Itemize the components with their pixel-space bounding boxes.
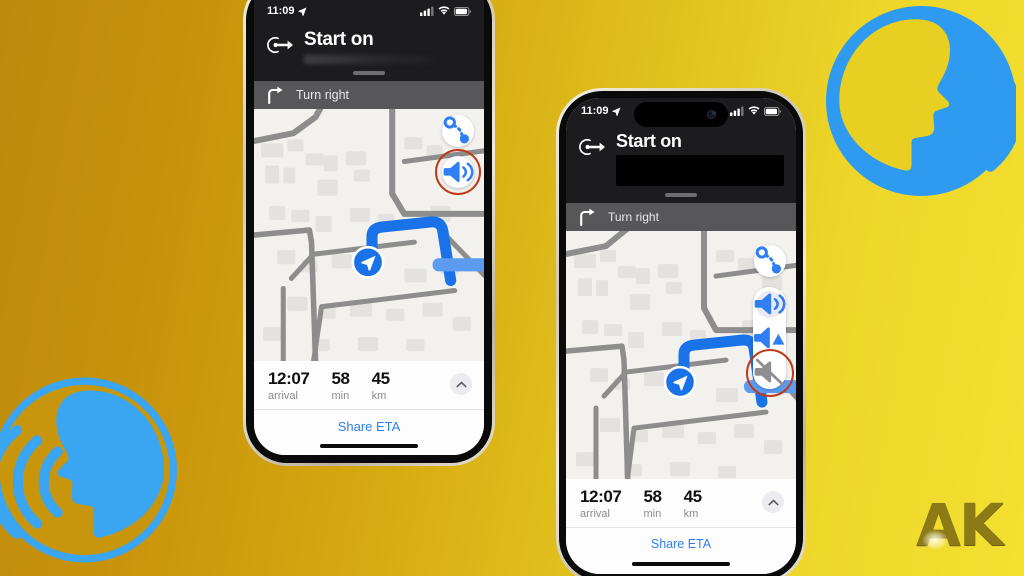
eta-duration-value: 58 [643, 487, 662, 507]
chevron-up-icon [455, 381, 467, 388]
status-bar-left: 11:09 [581, 105, 621, 117]
speaking-head-badge-bottom-left [0, 370, 177, 570]
speaker-on-icon [754, 293, 786, 315]
status-time: 11:09 [581, 105, 609, 117]
route-overview-icon [443, 116, 470, 144]
eta-arrival-value: 12:07 [268, 369, 310, 389]
share-eta-button[interactable]: Share ETA [566, 528, 796, 557]
battery-icon [764, 106, 781, 116]
chevron-up-icon [767, 499, 779, 506]
eta-arrival-label: arrival [580, 508, 610, 520]
banner-street-name-blurred [304, 55, 436, 64]
banner-row: Start on [566, 124, 796, 186]
audio-options-menu[interactable] [753, 287, 786, 389]
map-view[interactable] [254, 109, 484, 362]
status-bar: 11:09 [254, 0, 484, 22]
battery-icon [454, 6, 471, 16]
start-on-route-icon [579, 138, 605, 156]
speaking-head-icon-right [826, 6, 1016, 196]
maneuver-icon-wrap [265, 29, 295, 61]
phone-left: 11:09 Start on Turn right 12:07 arrival … [243, 0, 495, 466]
banner-title: Start on [304, 29, 374, 50]
eta-arrival-label: arrival [268, 390, 298, 402]
next-step-label: Turn right [608, 210, 659, 224]
eta-row: 12:07 arrival 58 min 45 km [566, 479, 796, 527]
expand-eta-button[interactable] [450, 373, 472, 396]
share-eta-button[interactable]: Share ETA [254, 410, 484, 440]
eta-distance-value: 45 [371, 369, 391, 389]
expand-eta-button[interactable] [762, 491, 784, 514]
home-indicator[interactable] [632, 562, 730, 566]
audio-option-muted[interactable] [753, 355, 786, 389]
route-overview-button[interactable] [442, 115, 474, 147]
eta-distance: 45 km [683, 487, 703, 520]
banner-row: Start on [254, 22, 484, 64]
status-bar-right [730, 106, 781, 116]
banner-street-name-redacted [616, 155, 784, 186]
audio-option-alerts-only[interactable] [753, 321, 786, 355]
wifi-icon [438, 6, 450, 15]
audio-option-full-volume[interactable] [753, 287, 786, 321]
next-step-label: Turn right [296, 88, 350, 102]
ak-watermark-text: AK [916, 491, 1004, 559]
cellular-signal-icon [730, 106, 744, 116]
home-indicator[interactable] [320, 444, 418, 448]
location-arrow-icon [297, 7, 306, 16]
eta-distance-label: km [683, 508, 699, 520]
navigation-banner: Start on [254, 22, 484, 81]
speaker-muted-icon [754, 358, 784, 386]
eta-panel: 12:07 arrival 58 min 45 km Share ETA [566, 479, 796, 574]
eta-duration-label: min [331, 390, 350, 402]
banner-grabber[interactable] [665, 193, 697, 197]
wifi-icon [748, 106, 760, 115]
speaker-alerts-icon [753, 327, 785, 349]
turn-right-icon [268, 86, 283, 104]
map-view[interactable] [566, 231, 796, 480]
eta-distance-label: km [371, 390, 387, 402]
navigation-banner: Start on [566, 124, 796, 203]
eta-duration: 58 min [643, 487, 662, 520]
eta-duration-label: min [643, 508, 662, 520]
banner-text: Start on [616, 131, 784, 186]
eta-arrival: 12:07 arrival [580, 487, 622, 520]
start-on-route-icon [267, 36, 293, 54]
cellular-signal-icon [420, 6, 434, 16]
eta-arrival: 12:07 arrival [268, 369, 310, 402]
audio-button-highlight-ring [435, 149, 481, 195]
eta-row: 12:07 arrival 58 min 45 km [254, 361, 484, 409]
turn-right-icon [580, 208, 595, 226]
status-bar-left: 11:09 [267, 5, 307, 17]
next-step-strip[interactable]: Turn right [254, 81, 484, 109]
ak-watermark: AK [916, 496, 1004, 554]
eta-duration: 58 min [331, 369, 350, 402]
eta-duration-value: 58 [331, 369, 350, 389]
maneuver-icon-wrap [577, 131, 607, 163]
status-time: 11:09 [267, 5, 295, 17]
route-overview-icon [755, 246, 782, 274]
phone-right-screen: 11:09 Start on Turn right 12:07 arrival … [566, 98, 796, 574]
speaking-head-badge-top-right [826, 6, 1016, 196]
eta-arrival-value: 12:07 [580, 487, 622, 507]
front-camera-icon [707, 110, 716, 119]
eta-distance: 45 km [371, 369, 391, 402]
status-bar-right [420, 6, 471, 16]
banner-title: Start on [616, 131, 682, 151]
phone-left-screen: 11:09 Start on Turn right 12:07 arrival … [254, 0, 484, 455]
route-overview-button[interactable] [754, 245, 786, 277]
dynamic-island [634, 102, 728, 127]
eta-distance-value: 45 [683, 487, 703, 507]
speaking-head-icon-left [0, 377, 177, 563]
next-step-strip[interactable]: Turn right [566, 203, 796, 231]
banner-grabber[interactable] [353, 71, 385, 75]
phone-right: 11:09 Start on Turn right 12:07 arrival … [556, 88, 806, 576]
eta-panel: 12:07 arrival 58 min 45 km Share ETA [254, 361, 484, 455]
banner-text: Start on [304, 29, 472, 64]
location-arrow-icon [611, 107, 620, 116]
